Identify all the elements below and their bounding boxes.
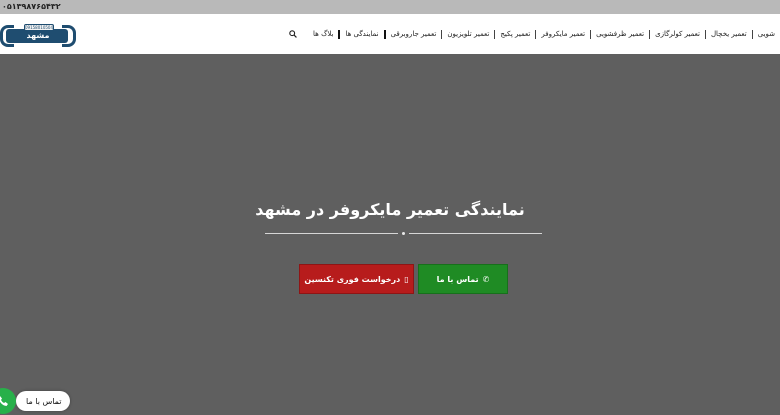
- floating-contact-label: تماس با ما: [26, 396, 62, 406]
- page-title: نمایندگی تعمیر مایکروفر در مشهد: [255, 199, 525, 219]
- phone-icon[interactable]: [0, 388, 16, 414]
- nav-item-microwave[interactable]: تعمیر مایکروفر: [536, 29, 590, 39]
- technician-request-label: درخواست فوری تکنسین: [304, 274, 401, 284]
- top-phone-number[interactable]: ۰۵۱۳۹۸۷۶۵۴۳۲: [2, 2, 61, 12]
- nav-item-dishwasher[interactable]: تعمیر ظرفشویی: [591, 29, 649, 39]
- nav-item-vacuum[interactable]: تعمیر جاروبرقی: [386, 29, 442, 39]
- technician-request-button[interactable]: ▯ درخواست فوری تکنسین: [299, 264, 414, 294]
- nav-item-ac[interactable]: تعمیر کولرگازی: [650, 29, 705, 39]
- divider-dot: [402, 232, 405, 235]
- phone-icon: ✆: [482, 274, 490, 284]
- nav-item-tv[interactable]: تعمیر تلویزیون: [442, 29, 494, 39]
- divider-left: [265, 233, 398, 234]
- site-header: 09158010504 مشهد سرویس شویی تعمیر یخچال …: [0, 14, 780, 54]
- top-bar: ۰۵۱۳۹۸۷۶۵۴۳۲: [0, 0, 780, 14]
- main-nav: شویی تعمیر یخچال تعمیر کولرگازی تعمیر ظر…: [284, 14, 780, 54]
- contact-us-button[interactable]: ✆ تماس با ما: [418, 264, 508, 294]
- search-icon[interactable]: [284, 25, 302, 43]
- logo-name: مشهد سرویس: [21, 31, 55, 52]
- contact-us-label: تماس با ما: [436, 274, 479, 284]
- floating-contact-badge[interactable]: تماس با ما: [16, 391, 70, 411]
- document-icon: ▯: [404, 274, 409, 284]
- nav-item-blog[interactable]: بلاگ ها: [308, 29, 338, 39]
- nav-item-washing[interactable]: شویی: [753, 29, 780, 39]
- nav-item-agencies[interactable]: نمایندگی ها: [340, 29, 383, 39]
- nav-item-package[interactable]: تعمیر پکیج: [495, 29, 535, 39]
- site-logo[interactable]: 09158010504 مشهد سرویس: [0, 18, 78, 52]
- nav-item-fridge[interactable]: تعمیر یخچال: [706, 29, 752, 39]
- divider-right: [409, 233, 542, 234]
